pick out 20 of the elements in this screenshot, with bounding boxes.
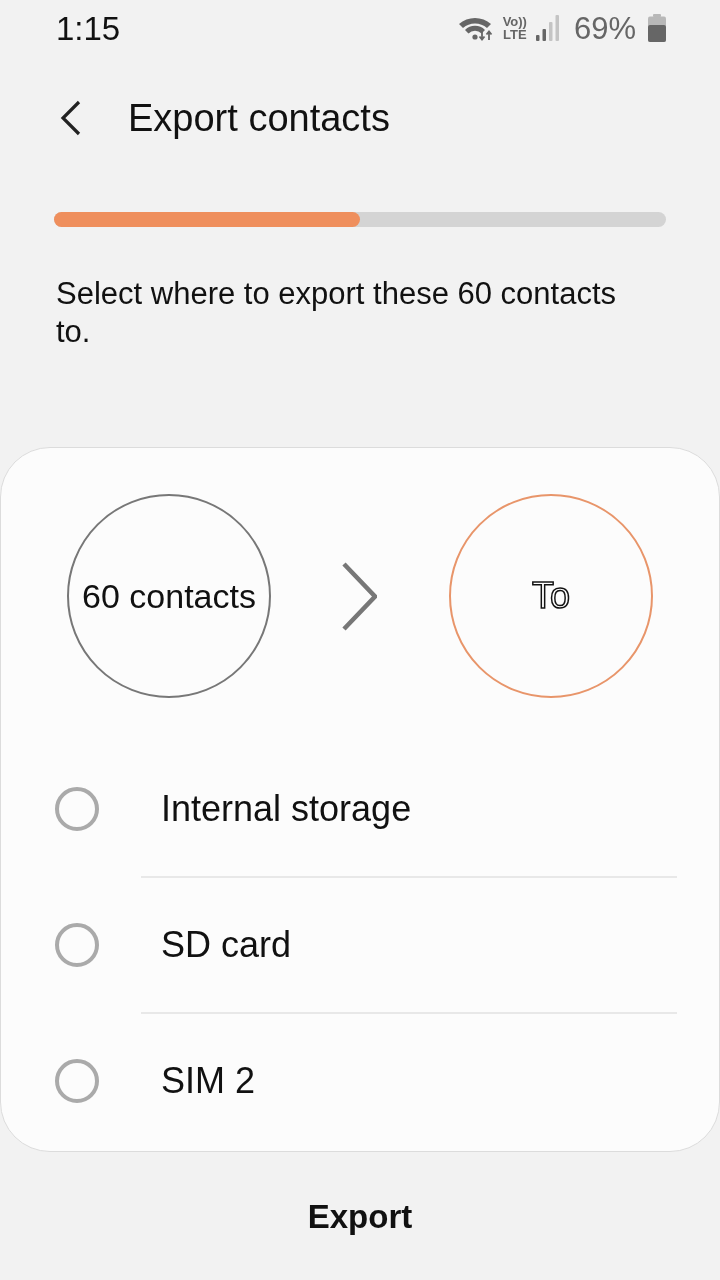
network-type-label: LTE [503, 28, 527, 41]
chevron-right-icon [342, 561, 377, 631]
battery-icon [648, 14, 666, 42]
option-label[interactable]: Internal storage [161, 791, 412, 827]
signal-icon [535, 15, 560, 41]
volte-label: Vo)) [502, 15, 527, 28]
battery-percent: 69% [573, 12, 636, 44]
description-text: Select where to export these 60 contacts to. [56, 275, 618, 351]
radio-button[interactable] [55, 1059, 99, 1103]
export-button[interactable]: Export [299, 1193, 421, 1239]
destination-label: To [532, 578, 570, 614]
option-label[interactable]: SIM 2 [161, 1063, 256, 1099]
page-title: Export contacts [128, 99, 390, 137]
source-label: 60 contacts [82, 579, 256, 613]
status-time: 1:15 [56, 11, 121, 45]
back-icon [60, 100, 82, 136]
radio-button[interactable] [55, 787, 99, 831]
option-label[interactable]: SD card [161, 927, 292, 963]
wifi-icon [457, 15, 494, 41]
radio-button[interactable] [55, 923, 99, 967]
